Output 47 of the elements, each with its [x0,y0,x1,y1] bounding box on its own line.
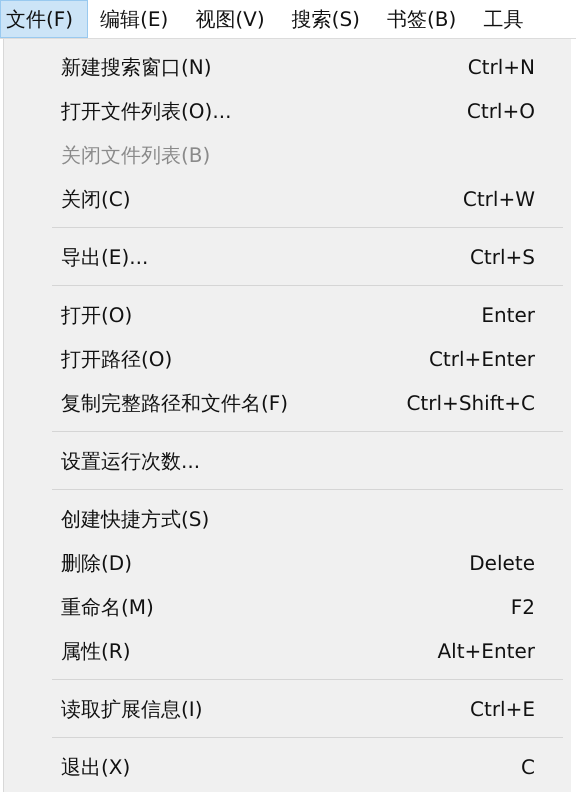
shortcut-label: Ctrl+W [462,187,535,211]
shortcut-label: Ctrl+O [466,99,535,123]
menu-item-label: 读取扩展信息(I) [61,696,203,722]
menu-item[interactable]: 打开(O) Enter [4,293,571,337]
menu-item-label: 新建搜索窗口(N) [61,54,212,80]
menu-item[interactable]: 关闭(C) Ctrl+W [4,177,571,221]
menu-item[interactable]: 属性(R) Alt+Enter [4,629,571,673]
menu-bar-item[interactable]: 搜索(S) [286,0,375,38]
menu-item[interactable]: 读取扩展信息(I) Ctrl+E [4,687,571,731]
shortcut-label: F2 [510,595,535,619]
shortcut-label: Enter [481,303,535,327]
shortcut-label: Delete [469,551,535,575]
menu-item-label: 设置运行次数... [61,448,200,474]
shortcut-label: C [521,755,535,779]
menu-item[interactable]: 重命名(M) F2 [4,585,571,629]
menu-item-label: 导出(E)... [61,244,148,270]
menu-bar-item[interactable]: 书签(B) [380,0,472,38]
shortcut-label: Ctrl+Enter [428,347,535,371]
menu-item-label: 属性(R) [61,638,131,664]
menu-item-label: 打开文件列表(O)... [61,98,232,124]
menu-item-label: 删除(D) [61,550,132,576]
menu-item[interactable]: 复制完整路径和文件名(F) Ctrl+Shift+C [4,381,571,425]
menu-item[interactable]: 退出(X) C [4,745,571,789]
menu-item-label: 创建快捷方式(S) [61,506,210,532]
shortcut-label: Ctrl+Shift+C [406,391,535,415]
menu-item-label: 重命名(M) [61,594,154,620]
menu-item[interactable]: 打开路径(O) Ctrl+Enter [4,337,571,381]
menu-item-label: 关闭(C) [61,186,131,212]
menu-bar-item[interactable]: 视图(V) [189,0,280,38]
menu-item[interactable]: 新建搜索窗口(N) Ctrl+N [4,45,571,89]
menu-bar-item[interactable]: 工具 [477,0,538,38]
menu-bar-item[interactable]: 文件(F) [0,0,88,38]
menu-item-label: 复制完整路径和文件名(F) [61,390,288,416]
menu-item-label: 退出(X) [61,754,130,780]
menu-item-label: 打开(O) [61,302,132,328]
menu-item-label: 关闭文件列表(B) [61,142,210,168]
menu-item[interactable]: 导出(E)... Ctrl+S [4,235,571,279]
menu-bar-item[interactable]: 编辑(E) [94,0,184,38]
menu-item-label: 打开路径(O) [61,346,172,372]
shortcut-label: Ctrl+N [468,55,535,79]
menu-item[interactable]: 创建快捷方式(S) [4,497,571,541]
menu-item[interactable]: 删除(D) Delete [4,541,571,585]
shortcut-label: Alt+Enter [437,639,535,663]
shortcut-label: Ctrl+E [470,697,535,721]
menu-item[interactable]: 打开文件列表(O)... Ctrl+O [4,89,571,133]
shortcut-label: Ctrl+S [470,245,535,269]
menu-item[interactable]: 设置运行次数... [4,439,571,483]
